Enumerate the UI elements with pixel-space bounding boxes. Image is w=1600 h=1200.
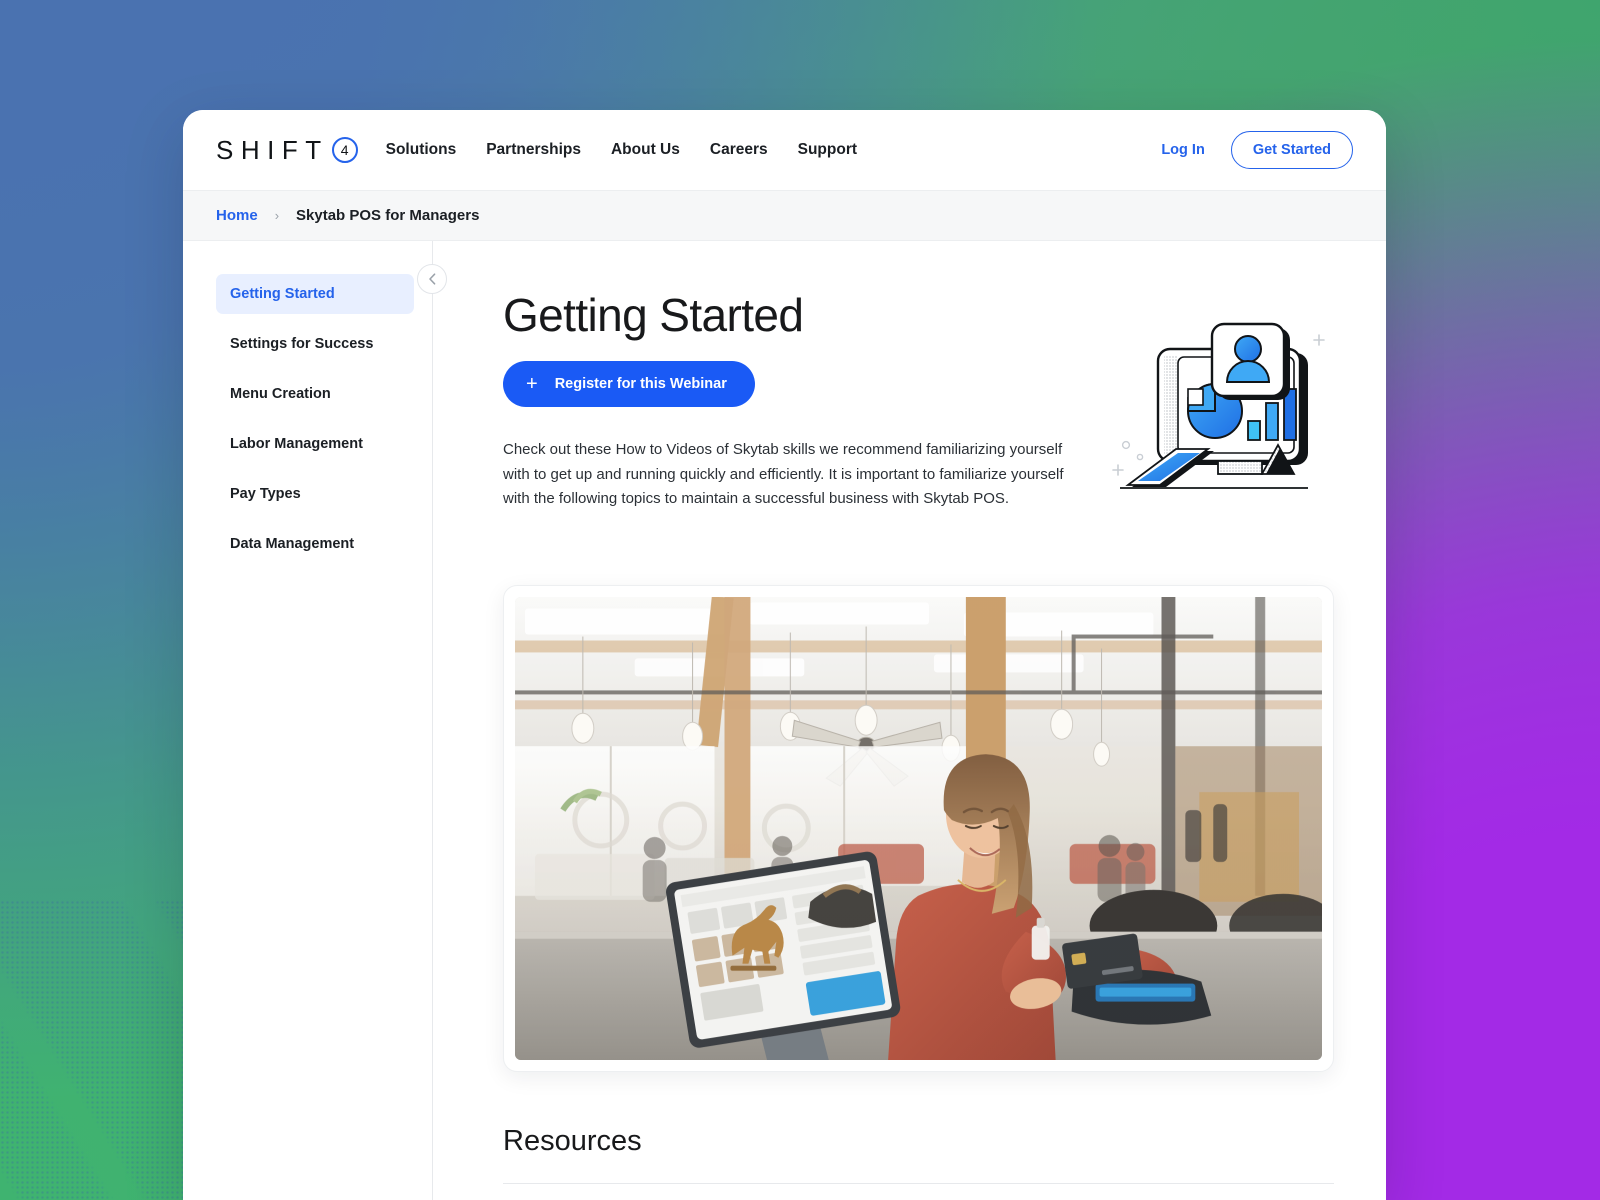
register-for-webinar-button[interactable]: + Register for this Webinar [503, 361, 755, 408]
hero-text-block: Getting Started + Register for this Webi… [503, 291, 1070, 511]
log-in-link[interactable]: Log In [1161, 142, 1205, 158]
sidebar-item-settings-for-success[interactable]: Settings for Success [216, 324, 414, 364]
logo-four-badge-icon: 4 [331, 137, 358, 163]
skytab-pos-checkout-photo[interactable] [515, 597, 1322, 1060]
sidebar-item-labor-management[interactable]: Labor Management [216, 424, 414, 464]
intro-paragraph: Check out these How to Videos of Skytab … [503, 441, 1064, 507]
sidebar-item-getting-started[interactable]: Getting Started [216, 274, 414, 314]
browser-page-card: SHIFT 4 Solutions Partnerships About Us … [183, 110, 1386, 1200]
sidebar-divider [417, 241, 447, 1200]
top-navigation-bar: SHIFT 4 Solutions Partnerships About Us … [183, 110, 1386, 190]
resources-divider [503, 1183, 1334, 1184]
nav-actions: Log In Get Started [1161, 131, 1353, 169]
register-button-label: Register for this Webinar [554, 376, 727, 393]
chevron-left-icon [428, 273, 435, 285]
page-body: Getting Started Settings for Success Men… [183, 241, 1386, 1200]
sidebar-navigation: Getting Started Settings for Success Men… [183, 241, 447, 1200]
hero-section: Getting Started + Register for this Webi… [503, 291, 1334, 520]
primary-nav: Solutions Partnerships About Us Careers … [386, 141, 857, 159]
breadcrumb-home-link[interactable]: Home [216, 207, 258, 224]
analytics-dashboard-illustration [1094, 305, 1334, 520]
plus-icon: + [526, 373, 538, 396]
sidebar-item-data-management[interactable]: Data Management [216, 524, 414, 564]
page-title: Getting Started [503, 289, 804, 341]
nav-item-solutions[interactable]: Solutions [386, 141, 457, 159]
main-content: Getting Started + Register for this Webi… [432, 241, 1386, 1200]
chevron-right-icon: › [274, 208, 280, 223]
logo-wordmark: SHIFT [216, 134, 329, 165]
sidebar-item-menu-creation[interactable]: Menu Creation [216, 374, 414, 414]
get-started-button[interactable]: Get Started [1230, 131, 1353, 169]
nav-item-about-us[interactable]: About Us [611, 141, 680, 159]
nav-item-careers[interactable]: Careers [710, 141, 768, 159]
shift4-logo[interactable]: SHIFT 4 [216, 135, 358, 166]
breadcrumb: Home › Skytab POS for Managers [183, 190, 1386, 241]
sidebar-collapse-button[interactable] [417, 264, 447, 294]
resources-heading: Resources [503, 1125, 642, 1157]
breadcrumb-current-page: Skytab POS for Managers [296, 207, 480, 224]
sidebar-item-pay-types[interactable]: Pay Types [216, 474, 414, 514]
video-media-card[interactable] [503, 585, 1334, 1072]
nav-item-support[interactable]: Support [798, 141, 857, 159]
nav-item-partnerships[interactable]: Partnerships [486, 141, 581, 159]
